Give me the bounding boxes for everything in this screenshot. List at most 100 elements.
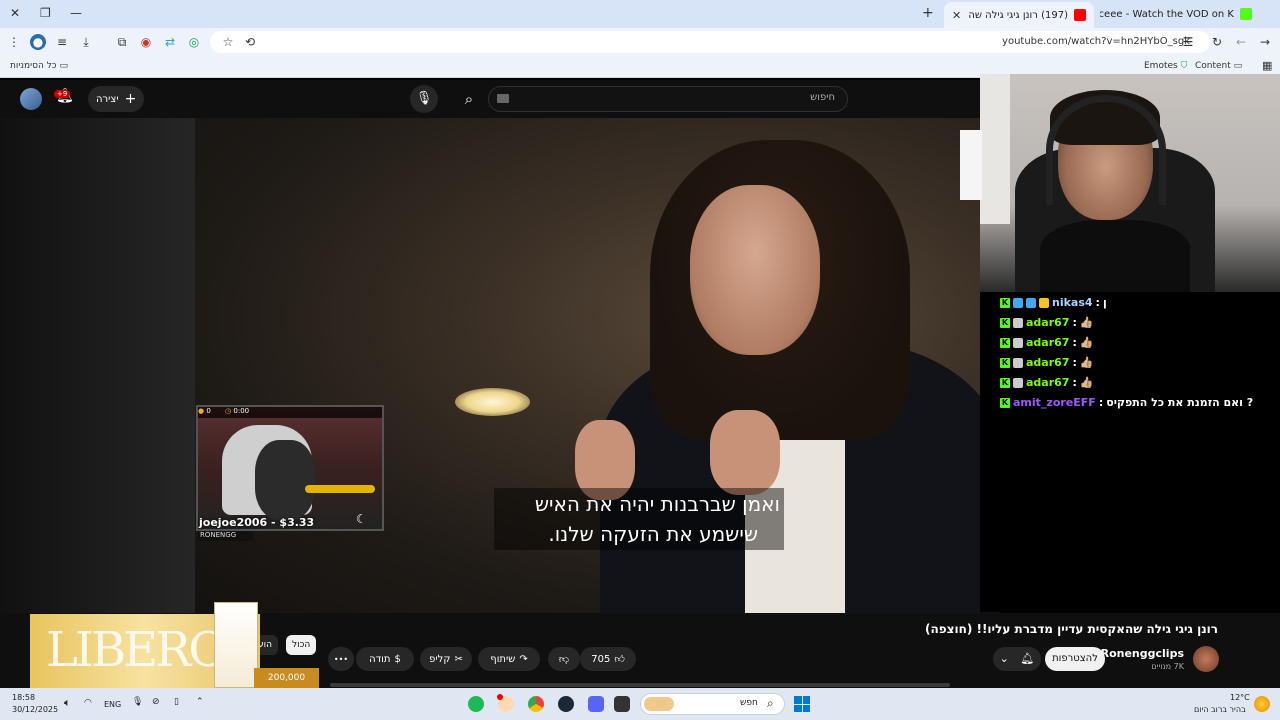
chat-message: Kadar67 : 👍🏼 [1000,356,1094,369]
close-window-icon[interactable]: ✕ [10,6,20,20]
reload-icon[interactable]: ↻ [1209,34,1225,50]
chevron-up-icon[interactable]: ⌃ [196,697,204,707]
chat-username[interactable]: adar67 [1026,356,1069,369]
taskbar-search-placeholder: חפש [740,698,758,708]
chat-username[interactable]: nikas4 [1052,296,1093,309]
thanks-button[interactable]: תודה $ [356,647,414,671]
bookmark-emotes-label: Emotes [1144,61,1178,71]
video-letterbox [0,118,196,613]
weather-temp[interactable]: 12°C [1230,693,1250,702]
steam-icon[interactable] [558,696,574,712]
clock-time[interactable]: 18:58 [12,693,35,702]
extensions-icon[interactable]: ⧉ [114,34,130,50]
ad-strip: 200,000 [254,668,319,688]
folder-icon: ▭ [1233,61,1243,71]
chat-separator: : [1098,396,1104,409]
chat-separator: : [1072,336,1077,349]
search-input[interactable] [488,86,848,112]
windows-start-icon[interactable] [794,696,810,712]
minimize-window-icon[interactable]: — [70,6,82,20]
inset-microphone [305,485,375,493]
chrome-icon[interactable] [528,696,544,712]
menu-icon[interactable]: ⋮ [6,34,22,50]
chevron-down-icon: ⌄ [999,652,1009,665]
download-icon[interactable]: ⤓ [78,34,94,50]
video-person-face [690,185,820,355]
bookmark-content[interactable]: Content ▭ [1195,61,1242,71]
notification-settings-button[interactable]: ⌄ 🔔︎ [993,647,1041,671]
chat-text: 👍🏼 [1079,356,1094,369]
kick-badge-icon: K [1000,377,1010,388]
headphones-icon [1046,95,1166,205]
thumbs-down-icon: 👎︎ [558,654,570,665]
extension-translate-icon[interactable]: ⇄ [162,34,178,50]
new-tab-button[interactable]: + [922,5,934,21]
viewer-icon: ● [198,407,205,415]
like-button[interactable]: 705 👍︎ [580,647,636,671]
chat-message: Kadar67 : 👍🏼 [1000,376,1094,389]
voice-search-button[interactable]: 🎙︎ [410,85,438,113]
chat-message: Knikas4 : ן [1000,296,1107,309]
subscribe-button[interactable]: להצטרפות [1045,647,1105,671]
dislike-button[interactable]: 👎︎ [548,647,580,671]
spotify-icon[interactable] [468,696,484,712]
reading-list-icon[interactable]: ≡ [54,34,70,50]
tab-kick-vod[interactable]: Forceee - Watch the VOD on K ✕ [1100,3,1260,25]
back-icon[interactable]: → [1257,34,1273,50]
chat-username[interactable]: adar67 [1026,316,1069,329]
mic-icon[interactable]: 🎙︎ [132,697,143,707]
search-button[interactable]: ⌕ [455,85,483,113]
volume-icon[interactable]: 🔈︎ [64,696,71,710]
thanks-label: תודה [369,653,391,665]
chat-username[interactable]: adar67 [1026,336,1069,349]
screenshot-icon[interactable]: ⟲ [242,34,258,50]
webcam-person-body [1040,220,1190,292]
url-text[interactable]: youtube.com/watch?v=hn2HYbO_sgk [1002,36,1190,47]
chat-text: 👍🏼 [1079,316,1094,329]
comments-scroll-indicator[interactable] [330,683,950,687]
channel-avatar[interactable] [1193,646,1219,672]
phone-link-icon[interactable]: ▯ [174,697,179,707]
keyboard-icon[interactable] [497,94,509,103]
more-actions-button[interactable]: ••• [328,647,354,671]
share-button[interactable]: שיתוף ↷ [478,647,540,671]
chip-all[interactable]: הכול [286,635,317,655]
create-label: יצירה [96,93,119,105]
bookmarks-grid-icon[interactable]: ▦ [1262,59,1272,72]
clip-button[interactable]: קליפ ✂ [420,647,472,671]
tab-close-icon[interactable]: ✕ [952,9,961,22]
chat-username[interactable]: adar67 [1026,376,1069,389]
extension-shield-icon[interactable]: ◉ [138,34,154,50]
clock-date[interactable]: 30/12/2025 [12,705,58,714]
create-button[interactable]: יצירה + [88,86,145,112]
tab-youtube-video[interactable]: ✕ (197) רונן גיגי גילה שהאקסית ע [944,2,1094,28]
location-off-icon[interactable]: ⊘ [152,697,160,707]
site-settings-icon[interactable]: ☰ [1180,34,1196,50]
extension-grammar-icon[interactable]: ◎ [186,34,202,50]
discord-icon[interactable] [588,696,604,712]
weather-desc: בהיר ברוב היום [1194,705,1246,714]
bell-icon: 🔔︎ [1020,652,1035,665]
channel-name[interactable]: Ronenggclips [1101,647,1184,660]
profile-icon[interactable]: ● [30,34,46,50]
bookmark-star-icon[interactable]: ☆ [220,34,236,50]
chat-username[interactable]: amit_zoreEFF [1013,396,1096,409]
video-title: רונן גיגי גילה שהאקסית עדיין מדברת עליו!… [925,622,1218,636]
chat-badge-icon [1013,357,1023,368]
chat-text: 👍🏼 [1079,376,1094,389]
maximize-window-icon[interactable]: ❐ [40,6,51,20]
bookmark-emotes[interactable]: Emotes ⛉ [1144,61,1187,71]
forward-icon[interactable]: ← [1233,34,1249,50]
chat-separator: : [1095,296,1100,309]
share-icon: ↷ [519,653,528,665]
language-indicator[interactable]: ENG [104,700,121,709]
chat-badge-icon [1013,297,1023,308]
all-bookmarks-folder[interactable]: כל הסימניות ▭ [10,61,68,71]
search-highlight-icon [644,697,674,711]
app-terminal-icon[interactable] [614,696,630,712]
all-bookmarks-label: כל הסימניות [10,61,57,71]
avatar[interactable] [20,88,42,110]
wifi-icon[interactable]: ◠ [84,698,92,708]
ad-perfume-bottle [214,602,258,688]
chat-message: Kamit_zoreEFF : ואם הזמנת את כל התפקיס ? [1000,396,1253,409]
